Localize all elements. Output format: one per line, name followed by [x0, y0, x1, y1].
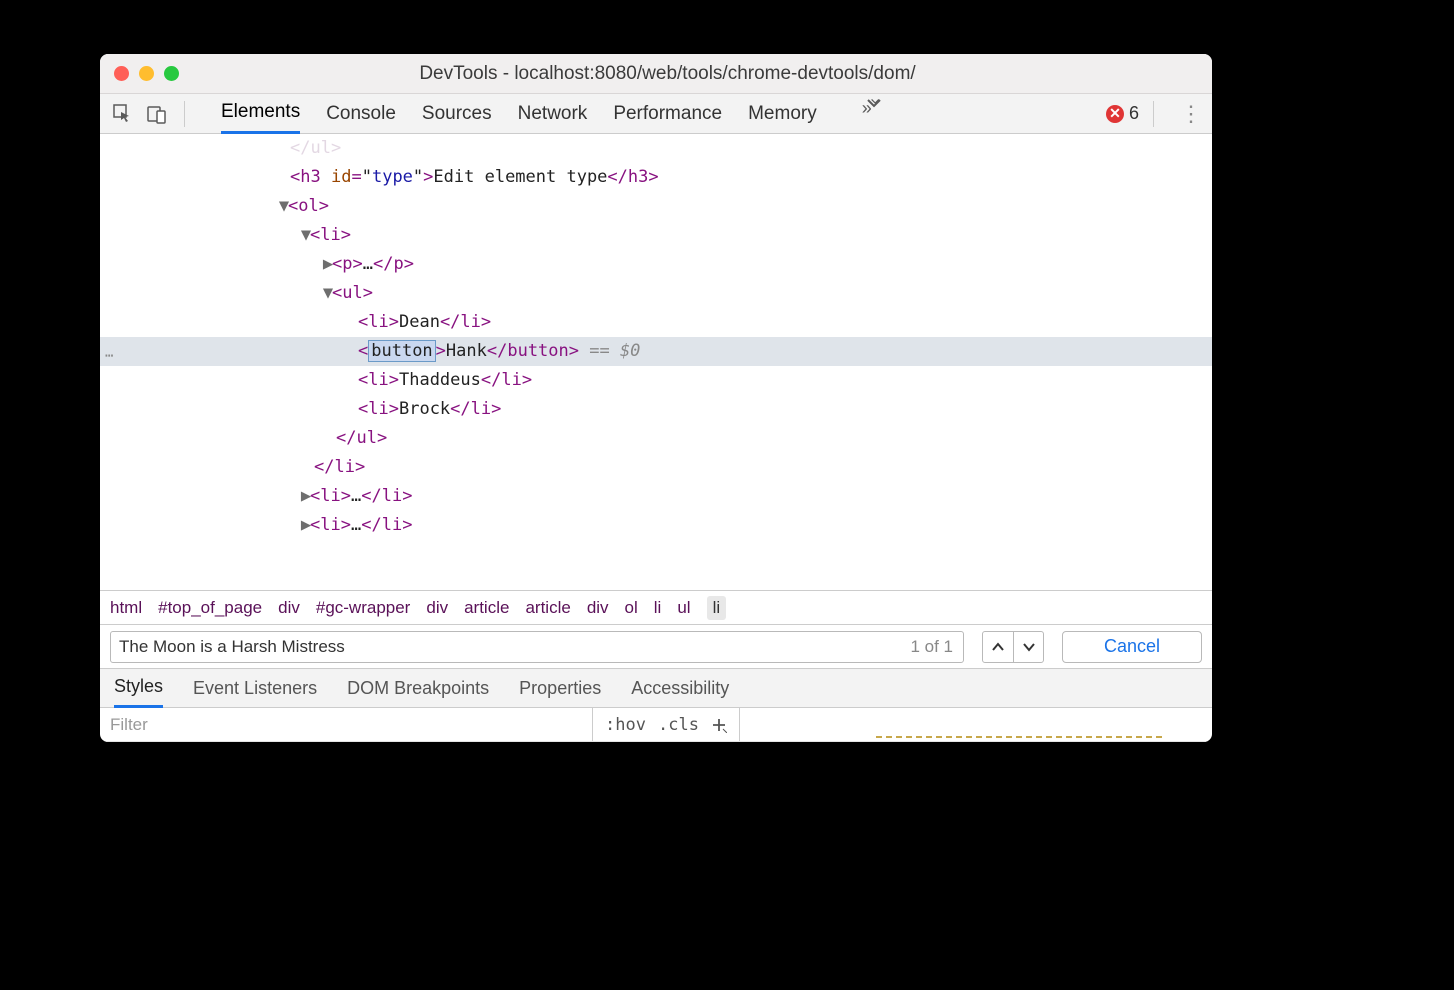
panel-tab-elements[interactable]: Elements: [221, 93, 300, 134]
styles-panel-tabs: Styles Event Listeners DOM Breakpoints P…: [100, 668, 1212, 708]
main-toolbar: Elements Console Sources Network Perform…: [100, 94, 1212, 134]
panel-tab-performance[interactable]: Performance: [613, 95, 722, 133]
dom-tree-line[interactable]: <li>Thaddeus</li>: [100, 366, 1212, 395]
gutter-actions-icon[interactable]: ⋯: [105, 342, 114, 371]
dom-tree-line[interactable]: </ul>: [100, 134, 1212, 163]
dom-tree-line[interactable]: ▶<p>…</p>: [100, 250, 1212, 279]
traffic-lights: [114, 66, 179, 81]
breadcrumb-item[interactable]: ul: [677, 598, 690, 618]
search-count: 1 of 1: [910, 637, 953, 657]
search-value: The Moon is a Harsh Mistress: [119, 637, 910, 657]
search-next-button[interactable]: [1013, 632, 1043, 662]
titlebar: DevTools - localhost:8080/web/tools/chro…: [100, 54, 1212, 94]
window-title: DevTools - localhost:8080/web/tools/chro…: [187, 63, 1148, 85]
dom-tree-line[interactable]: ▶<li>…</li>: [100, 482, 1212, 511]
subpanel-tab-properties[interactable]: Properties: [519, 670, 601, 707]
dom-tree[interactable]: </ul><h3 id="type">Edit element type</h3…: [100, 134, 1212, 590]
panel-tab-network[interactable]: Network: [518, 95, 588, 133]
breadcrumb-item[interactable]: li: [707, 596, 727, 620]
inspect-element-icon[interactable]: [110, 101, 136, 127]
new-style-rule-button[interactable]: [711, 717, 727, 733]
breadcrumb-item[interactable]: article: [464, 598, 509, 618]
dom-tree-line[interactable]: ▼<li>: [100, 221, 1212, 250]
maximize-window-button[interactable]: [164, 66, 179, 81]
subpanel-tab-styles[interactable]: Styles: [114, 668, 163, 708]
panel-tab-console[interactable]: Console: [326, 95, 396, 133]
search-bar: The Moon is a Harsh Mistress 1 of 1 Canc…: [100, 624, 1212, 668]
breadcrumb-item[interactable]: html: [110, 598, 142, 618]
devtools-window: DevTools - localhost:8080/web/tools/chro…: [100, 54, 1212, 742]
search-nav: [982, 631, 1044, 663]
styles-filter-input[interactable]: Filter: [100, 715, 592, 735]
device-toolbar-icon[interactable]: [144, 101, 170, 127]
dom-tree-line[interactable]: </li>: [100, 453, 1212, 482]
breadcrumb-item[interactable]: ol: [625, 598, 638, 618]
dom-tree-line[interactable]: ▼<ul>: [100, 279, 1212, 308]
dom-tree-line[interactable]: <li>Brock</li>: [100, 395, 1212, 424]
search-input[interactable]: The Moon is a Harsh Mistress 1 of 1: [110, 631, 964, 663]
styles-filter-controls: :hov .cls: [592, 708, 740, 741]
tag-name-edit[interactable]: button: [368, 340, 435, 362]
breadcrumb-item[interactable]: li: [654, 598, 662, 618]
breadcrumb-item[interactable]: #top_of_page: [158, 598, 262, 618]
breadcrumb-item[interactable]: article: [525, 598, 570, 618]
error-icon: ✕: [1106, 105, 1124, 123]
dom-tree-line[interactable]: <li>Dean</li>: [100, 308, 1212, 337]
hov-toggle[interactable]: :hov: [605, 715, 646, 735]
error-count-badge[interactable]: ✕ 6: [1106, 103, 1139, 124]
dom-tree-line[interactable]: ▶<li>…</li>: [100, 511, 1212, 540]
subpanel-tab-dom-breakpoints[interactable]: DOM Breakpoints: [347, 670, 489, 707]
settings-menu-icon[interactable]: ⋮: [1180, 101, 1202, 127]
breadcrumb-item[interactable]: div: [587, 598, 609, 618]
close-window-button[interactable]: [114, 66, 129, 81]
minimize-window-button[interactable]: [139, 66, 154, 81]
search-cancel-button[interactable]: Cancel: [1062, 631, 1202, 663]
subpanel-tab-accessibility[interactable]: Accessibility: [631, 670, 729, 707]
cls-toggle[interactable]: .cls: [658, 715, 699, 735]
subpanel-tab-event-listeners[interactable]: Event Listeners: [193, 670, 317, 707]
dom-tree-line[interactable]: ▼<ol>: [100, 192, 1212, 221]
box-model-edge: [876, 736, 1162, 742]
breadcrumb-item[interactable]: div: [426, 598, 448, 618]
breadcrumb-item[interactable]: div: [278, 598, 300, 618]
dom-tree-line[interactable]: <h3 id="type">Edit element type</h3>: [100, 163, 1212, 192]
more-panels-icon[interactable]: »: [865, 94, 883, 134]
search-prev-button[interactable]: [983, 632, 1013, 662]
dom-tree-line[interactable]: </ul>: [100, 424, 1212, 453]
panel-tab-sources[interactable]: Sources: [422, 95, 492, 133]
dom-breadcrumb: html #top_of_page div #gc-wrapper div article…: [100, 590, 1212, 624]
breadcrumb-item[interactable]: #gc-wrapper: [316, 598, 411, 618]
toolbar-separator: [184, 101, 185, 127]
error-count: 6: [1129, 103, 1139, 124]
panel-tab-memory[interactable]: Memory: [748, 95, 817, 133]
panel-tabs: Elements Console Sources Network Perform…: [221, 93, 883, 134]
toolbar-separator-2: [1153, 101, 1154, 127]
dom-tree-line[interactable]: <button>Hank</button> == $0: [100, 337, 1212, 366]
